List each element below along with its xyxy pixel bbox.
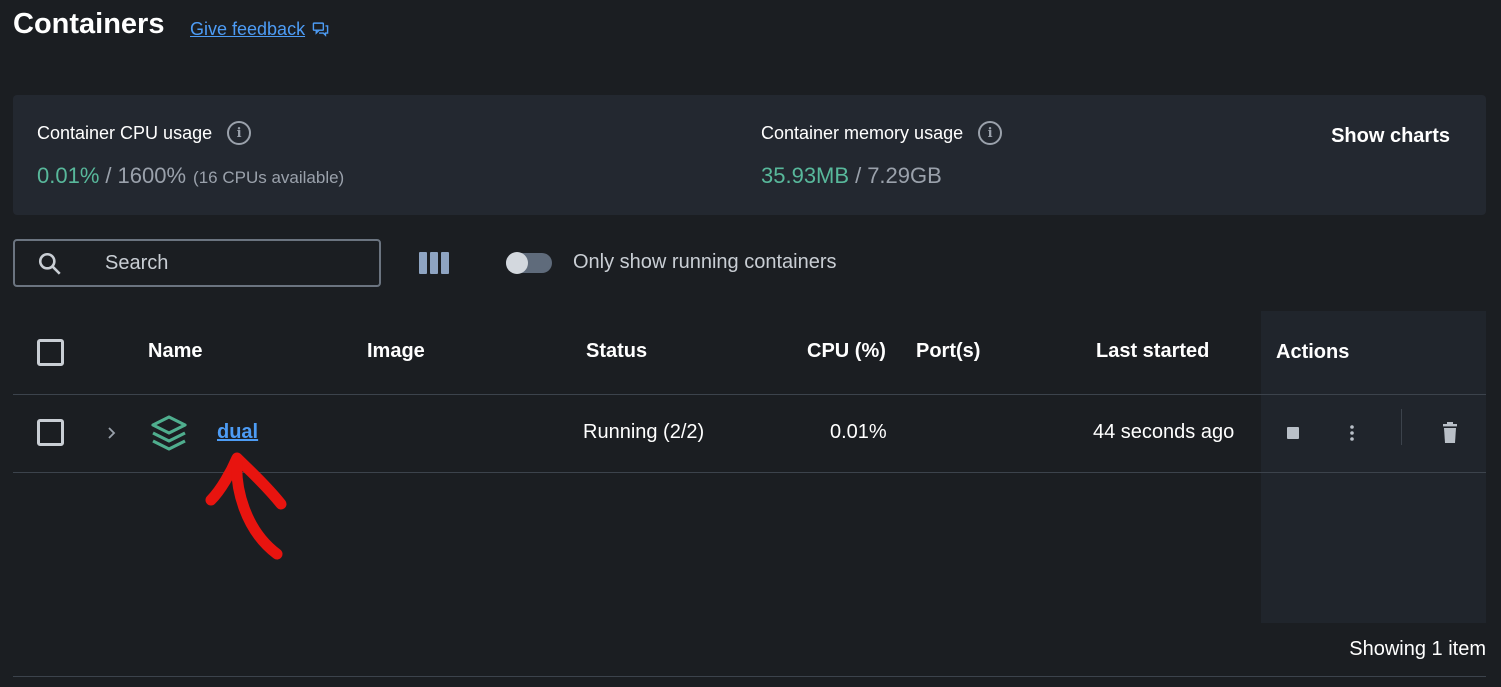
give-feedback-link[interactable]: Give feedback <box>190 19 329 40</box>
usage-stats-panel: Container CPU usage i 0.01% / 1600% (16 … <box>13 95 1486 215</box>
running-only-toggle[interactable] <box>506 252 552 274</box>
memory-total: 7.29GB <box>867 163 942 188</box>
chevron-right-icon[interactable] <box>103 424 119 442</box>
memory-usage-label-row: Container memory usage i <box>761 121 1003 145</box>
search-input[interactable] <box>105 249 365 277</box>
column-header-image[interactable]: Image <box>367 340 425 363</box>
memory-used: 35.93MB <box>761 163 850 188</box>
toggle-knob <box>506 252 528 274</box>
cpu-usage-value: 0.01% / 1600% (16 CPUs available) <box>37 163 344 189</box>
memory-separator: / <box>855 163 862 188</box>
stack-icon <box>151 415 187 451</box>
select-all-checkbox[interactable] <box>37 339 64 366</box>
containers-page: Containers Give feedback Container CPU u… <box>0 0 1501 687</box>
footer-divider <box>13 676 1486 677</box>
column-header-status[interactable]: Status <box>586 340 647 363</box>
search-icon <box>38 252 61 275</box>
show-charts-button[interactable]: Show charts <box>1331 125 1450 148</box>
page-title: Containers <box>13 8 165 40</box>
cpu-usage-label: Container CPU usage <box>37 122 213 143</box>
search-box[interactable] <box>13 239 381 287</box>
columns-icon-bar <box>430 252 438 274</box>
column-header-actions: Actions <box>1276 341 1350 363</box>
container-last-started: 44 seconds ago <box>1093 421 1235 443</box>
column-header-ports[interactable]: Port(s) <box>916 340 980 363</box>
info-icon[interactable]: i <box>227 121 252 145</box>
columns-icon-bar <box>419 252 427 274</box>
give-feedback-label: Give feedback <box>190 19 306 39</box>
feedback-icon <box>312 22 329 37</box>
column-header-cpu[interactable]: CPU (%) <box>807 340 886 363</box>
actions-divider <box>1401 409 1402 445</box>
cpu-available-note: (16 CPUs available) <box>193 168 345 187</box>
container-name-link[interactable]: dual <box>217 421 258 444</box>
info-icon[interactable]: i <box>978 121 1003 145</box>
delete-icon[interactable] <box>1440 422 1460 444</box>
columns-icon-bar <box>441 252 449 274</box>
cpu-used: 0.01% <box>37 163 100 188</box>
container-status: Running (2/2) <box>583 421 705 443</box>
column-settings-button[interactable] <box>419 252 449 274</box>
more-options-icon[interactable] <box>1345 423 1359 443</box>
cpu-separator: / <box>105 163 112 188</box>
running-only-label: Only show running containers <box>573 251 837 273</box>
memory-usage-value: 35.93MB / 7.29GB <box>761 163 942 189</box>
stop-icon[interactable] <box>1287 427 1299 439</box>
cpu-total: 1600% <box>117 163 187 188</box>
column-header-last-started[interactable]: Last started <box>1096 340 1209 363</box>
header-divider <box>13 394 1486 395</box>
container-cpu: 0.01% <box>830 421 887 443</box>
row-checkbox[interactable] <box>37 419 64 446</box>
cpu-usage-label-row: Container CPU usage i <box>37 121 252 145</box>
column-header-name[interactable]: Name <box>148 340 202 363</box>
annotation-arrow-icon <box>205 452 287 560</box>
item-count: Showing 1 item <box>1349 638 1486 660</box>
memory-usage-label: Container memory usage <box>761 122 964 143</box>
